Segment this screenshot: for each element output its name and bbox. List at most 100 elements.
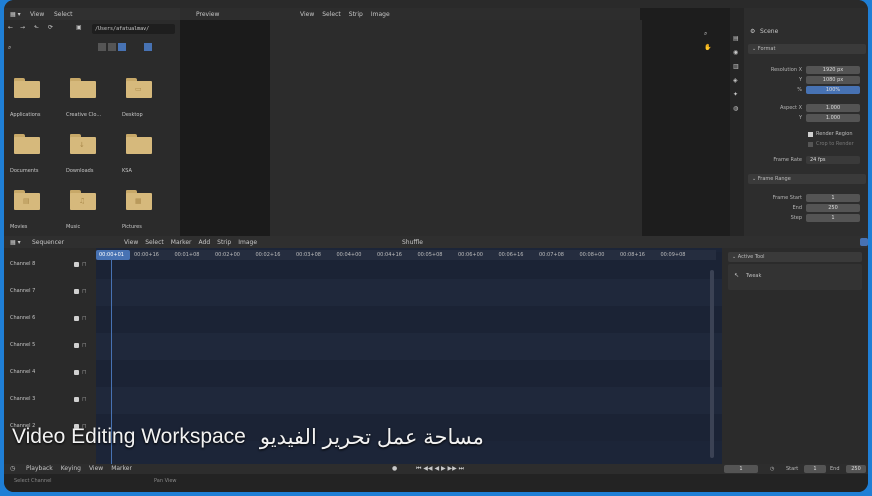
resolution-percent-field[interactable]: 100%	[806, 86, 860, 94]
folder-icon[interactable]	[126, 134, 152, 154]
world-tab-icon[interactable]: ◍	[733, 102, 744, 116]
folder-icon[interactable]: ▤	[14, 190, 40, 210]
menu-item[interactable]: Strip	[349, 11, 363, 18]
folder-icon[interactable]	[70, 78, 96, 98]
record-icon[interactable]: ●	[392, 465, 397, 472]
menu-item[interactable]: View	[124, 239, 138, 246]
filter-icon[interactable]	[144, 43, 152, 51]
sequencer-editor-icon[interactable]: ▦ ▾	[10, 239, 21, 246]
current-time-indicator[interactable]: 00:00+01	[96, 250, 130, 260]
scene-tab-icon[interactable]: ✦	[733, 88, 744, 102]
channel-row[interactable]: Channel 4 ⊓	[4, 360, 96, 387]
display-list-icon[interactable]	[108, 43, 116, 51]
refresh-icon[interactable]: ⟳	[48, 24, 53, 31]
menu-item[interactable]: Select	[322, 11, 341, 18]
channel-mute-checkbox[interactable]	[74, 289, 79, 294]
file-browser-select-menu[interactable]: Select	[54, 11, 73, 18]
channel-row[interactable]: Channel 3 ⊓	[4, 387, 96, 414]
frame-start-field[interactable]: 1	[806, 194, 860, 202]
channel-lane[interactable]	[96, 387, 722, 414]
channel-mute-checkbox[interactable]	[74, 262, 79, 267]
search-icon[interactable]: ⌕	[8, 44, 11, 52]
sidebar-toggle-icon[interactable]	[860, 238, 868, 246]
menu-item[interactable]: Playback	[26, 465, 53, 472]
preview-canvas[interactable]	[270, 20, 642, 236]
active-tool-header[interactable]: ⌄ Active Tool	[728, 252, 862, 262]
render-tab-icon[interactable]: ◉	[733, 46, 744, 60]
channel-lane[interactable]	[96, 333, 722, 360]
output-tab-icon[interactable]: ▥	[733, 60, 744, 74]
tool-tab-icon[interactable]: ▤	[733, 32, 744, 46]
display-thumbnails-icon[interactable]	[98, 43, 106, 51]
format-panel-header[interactable]: ⌄ Format	[748, 44, 866, 54]
crop-to-render-checkbox[interactable]	[808, 142, 813, 147]
channel-lane[interactable]	[96, 306, 722, 333]
aspect-y-field[interactable]: 1.000	[806, 114, 860, 122]
blend-mode-select[interactable]: Shuffle	[402, 239, 423, 246]
frame-step-field[interactable]: 1	[806, 214, 860, 222]
clock-icon[interactable]: ◷	[770, 466, 774, 472]
channel-lock-icon[interactable]: ⊓	[82, 288, 87, 295]
menu-item[interactable]: Strip	[217, 239, 231, 246]
channel-mute-checkbox[interactable]	[74, 316, 79, 321]
menu-item[interactable]: View	[300, 11, 314, 18]
zoom-icon[interactable]: ⌕	[704, 30, 728, 38]
channel-row[interactable]: Channel 8 ⊓	[4, 252, 96, 279]
aspect-x-field[interactable]: 1.000	[806, 104, 860, 112]
sequencer-editor-select[interactable]: Sequencer	[32, 239, 64, 246]
folder-icon[interactable]: ♫	[70, 190, 96, 210]
channel-mute-checkbox[interactable]	[74, 397, 79, 402]
editor-type-icon[interactable]: ▦ ▾	[10, 11, 21, 18]
menu-item[interactable]: View	[89, 465, 103, 472]
menu-item[interactable]: Add	[199, 239, 211, 246]
new-folder-icon[interactable]: ▣	[76, 24, 82, 31]
folder-icon[interactable]: ↓	[70, 134, 96, 154]
channel-lock-icon[interactable]: ⊓	[82, 396, 87, 403]
menu-item[interactable]: Keying	[61, 465, 81, 472]
resolution-x-field[interactable]: 1920 px	[806, 66, 860, 74]
time-tick-label: 00:06+16	[498, 252, 524, 258]
playback-controls-icon[interactable]: ⏮ ◀◀ ◀ ▶ ▶▶ ⏭	[416, 465, 464, 473]
folder-icon[interactable]	[14, 134, 40, 154]
channel-lane[interactable]	[96, 360, 722, 387]
back-arrow-icon[interactable]: ←	[8, 24, 13, 31]
forward-arrow-icon[interactable]: →	[20, 24, 25, 31]
view-layer-tab-icon[interactable]: ◈	[733, 74, 744, 88]
channel-lock-icon[interactable]: ⊓	[82, 261, 87, 268]
sort-icon[interactable]	[118, 43, 126, 51]
channel-row[interactable]: Channel 5 ⊓	[4, 333, 96, 360]
frame-range-panel-header[interactable]: ⌄ Frame Range	[748, 174, 866, 184]
frame-end-field[interactable]: 250	[806, 204, 860, 212]
menu-item[interactable]: Select	[145, 239, 164, 246]
start-frame-field[interactable]: 1	[804, 465, 826, 473]
file-browser-view-menu[interactable]: View	[30, 11, 44, 18]
timeline-editor-icon[interactable]: ◷	[10, 465, 15, 472]
current-frame-field[interactable]: 1	[724, 465, 758, 473]
preview-mode-select[interactable]: Preview	[196, 11, 219, 18]
parent-folder-icon[interactable]: ⬑	[34, 24, 39, 31]
hand-pan-icon[interactable]: ✋	[704, 44, 728, 51]
folder-icon[interactable]	[14, 78, 40, 98]
channel-lane[interactable]	[96, 279, 722, 306]
frame-rate-select[interactable]: 24 fps	[806, 156, 860, 164]
channel-lock-icon[interactable]: ⊓	[82, 315, 87, 322]
channel-lock-icon[interactable]: ⊓	[82, 342, 87, 349]
time-ruler[interactable]: 00:00+01 00:00+16 00:01+08 00:02+00 00:02+1…	[96, 250, 716, 260]
menu-item[interactable]: Image	[238, 239, 257, 246]
channel-lock-icon[interactable]: ⊓	[82, 369, 87, 376]
channel-row[interactable]: Channel 6 ⊓	[4, 306, 96, 333]
menu-item[interactable]: Marker	[111, 465, 132, 472]
folder-icon[interactable]: ▭	[126, 78, 152, 98]
vertical-scrollbar[interactable]	[710, 270, 714, 458]
render-region-checkbox[interactable]	[808, 132, 813, 137]
tweak-tool-row[interactable]: ↖ Tweak	[728, 264, 862, 290]
channel-row[interactable]: Channel 7 ⊓	[4, 279, 96, 306]
end-frame-field[interactable]: 250	[846, 465, 866, 473]
channel-mute-checkbox[interactable]	[74, 343, 79, 348]
resolution-y-field[interactable]: 1080 px	[806, 76, 860, 84]
channel-mute-checkbox[interactable]	[74, 370, 79, 375]
folder-icon[interactable]: ▦	[126, 190, 152, 210]
menu-item[interactable]: Marker	[171, 239, 192, 246]
path-field[interactable]: /Users/afatualmav/	[92, 24, 175, 34]
menu-item[interactable]: Image	[371, 11, 390, 18]
